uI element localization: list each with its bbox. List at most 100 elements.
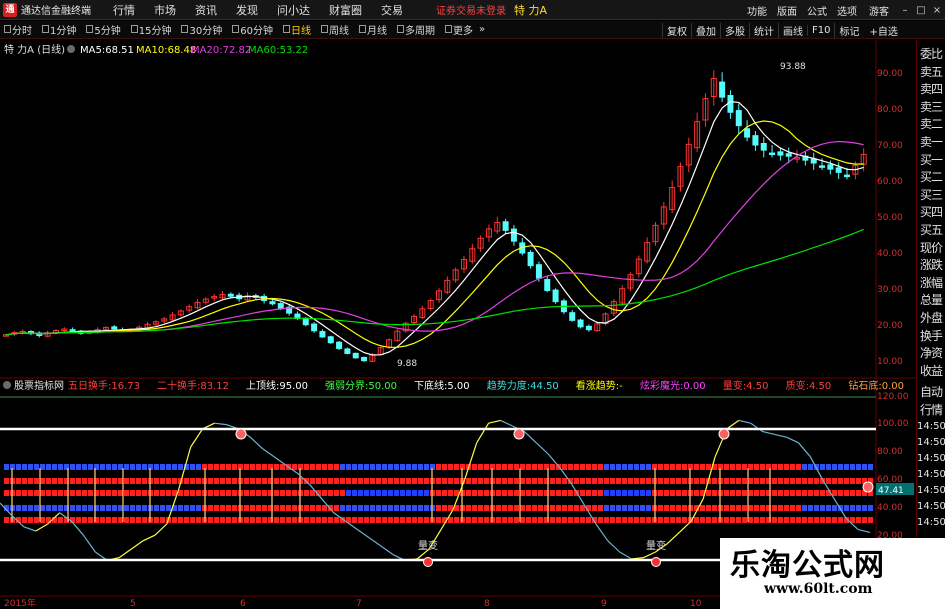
band-dot — [106, 478, 111, 484]
band-dot — [136, 490, 141, 496]
band-dot — [694, 517, 699, 523]
side-label-bid4: 买四 — [919, 205, 943, 220]
period-15min[interactable]: 15分钟 — [127, 22, 178, 37]
tool-overlay[interactable]: 叠加 — [691, 22, 720, 38]
tab-auto[interactable]: 自动 — [917, 384, 945, 402]
band-dot — [28, 490, 33, 496]
menu-formula[interactable]: 公式 — [807, 3, 827, 18]
tool-f10[interactable]: F10 — [807, 24, 834, 36]
menu-layout[interactable]: 版面 — [777, 3, 797, 18]
stock-chart[interactable]: 特 力A (日线) MA5:68.51 MA10:68.48 MA20:72.8… — [0, 40, 945, 609]
tool-adjust[interactable]: 复权 — [662, 22, 691, 38]
price-tick: 40.00 — [877, 249, 903, 259]
period-more[interactable]: 更多 — [441, 22, 479, 37]
band-dot — [112, 505, 117, 511]
tool-statistics[interactable]: 统计 — [749, 22, 778, 38]
band-dot — [250, 464, 255, 470]
band-dot — [28, 464, 33, 470]
band-dot — [4, 478, 9, 484]
band-dot — [334, 478, 339, 484]
band-dot — [232, 490, 237, 496]
period-30min[interactable]: 30分钟 — [177, 22, 228, 37]
band-dot — [742, 464, 747, 470]
band-dot — [370, 478, 375, 484]
band-dot — [370, 490, 375, 496]
band-dot — [256, 490, 261, 496]
period-multi[interactable]: 多周期 — [393, 22, 441, 37]
tool-draw-line[interactable]: 画线 — [778, 22, 807, 38]
band-dot — [628, 505, 633, 511]
band-dot — [352, 517, 357, 523]
band-dot — [160, 464, 165, 470]
band-dot — [364, 478, 369, 484]
band-dot — [478, 517, 483, 523]
menu-discover[interactable]: 发现 — [236, 2, 258, 18]
band-dot — [724, 478, 729, 484]
oscillator-segment — [500, 419, 513, 427]
band-dot — [838, 478, 843, 484]
band-dot — [586, 517, 591, 523]
band-dot — [22, 505, 27, 511]
menu-ask[interactable]: 问小达 — [277, 2, 310, 18]
tick-time: 14:50 — [917, 421, 945, 433]
side-label-ask5: 卖五 — [919, 64, 943, 79]
minimize-icon[interactable]: – — [897, 5, 913, 16]
candle-body — [535, 264, 542, 279]
menu-trade[interactable]: 交易 — [381, 2, 403, 18]
peak-marker-icon — [235, 428, 247, 440]
band-dot — [562, 490, 567, 496]
band-dot — [142, 505, 147, 511]
band-dot — [160, 505, 165, 511]
band-dot — [46, 505, 51, 511]
band-dot — [778, 478, 783, 484]
tool-multi-stock[interactable]: 多股 — [720, 22, 749, 38]
close-icon[interactable]: × — [929, 5, 945, 16]
tool-mark[interactable]: 标记 — [834, 22, 863, 38]
period-5min[interactable]: 5分钟 — [82, 22, 126, 37]
indicator-field: 上顶线:95.00 — [246, 379, 308, 392]
more-chevron-icon[interactable]: » — [479, 24, 485, 35]
settings-icon[interactable] — [3, 381, 11, 389]
band-dot — [160, 517, 165, 523]
date-tick: 9 — [601, 599, 607, 609]
band-dot — [610, 490, 615, 496]
period-60min[interactable]: 60分钟 — [228, 22, 279, 37]
band-dot — [136, 517, 141, 523]
band-dot — [532, 478, 537, 484]
band-dot — [574, 505, 579, 511]
settings-icon[interactable] — [67, 45, 75, 53]
tab-quotes[interactable]: 行情 — [917, 402, 945, 420]
band-dot — [346, 478, 351, 484]
band-dot — [100, 517, 105, 523]
candle-body — [760, 142, 767, 151]
menu-wealth[interactable]: 财富圈 — [329, 2, 362, 18]
band-dot — [736, 490, 741, 496]
side-label-price: 现价 — [919, 240, 943, 255]
candle-body — [727, 95, 734, 113]
period-weekly[interactable]: 周线 — [317, 22, 355, 37]
menu-quotes[interactable]: 行情 — [113, 2, 135, 18]
period-intraday[interactable]: 分时 — [0, 22, 38, 37]
band-dot — [256, 517, 261, 523]
maximize-icon[interactable]: □ — [913, 5, 929, 16]
period-monthly[interactable]: 月线 — [355, 22, 393, 37]
band-dot — [388, 505, 393, 511]
add-watchlist-button[interactable]: +自选 — [869, 23, 897, 38]
login-status[interactable]: 证券交易未登录 — [436, 2, 506, 17]
menu-market[interactable]: 市场 — [154, 2, 176, 18]
menu-options[interactable]: 选项 — [837, 3, 857, 18]
period-daily[interactable]: 日线 — [279, 22, 317, 37]
band-dot — [622, 517, 627, 523]
menu-function[interactable]: 功能 — [747, 3, 767, 18]
guest-user[interactable]: 游客 — [869, 3, 889, 18]
menu-news[interactable]: 资讯 — [195, 2, 217, 18]
oscillator-segment — [130, 540, 144, 550]
band-dot — [730, 490, 735, 496]
band-dot — [406, 505, 411, 511]
period-1min[interactable]: 1分钟 — [38, 22, 82, 37]
band-dot — [412, 505, 417, 511]
ma60-label: MA60:53.22 — [248, 45, 308, 56]
ma20-label: MA20:72.82 — [191, 45, 251, 56]
band-dot — [388, 478, 393, 484]
band-dot — [484, 517, 489, 523]
